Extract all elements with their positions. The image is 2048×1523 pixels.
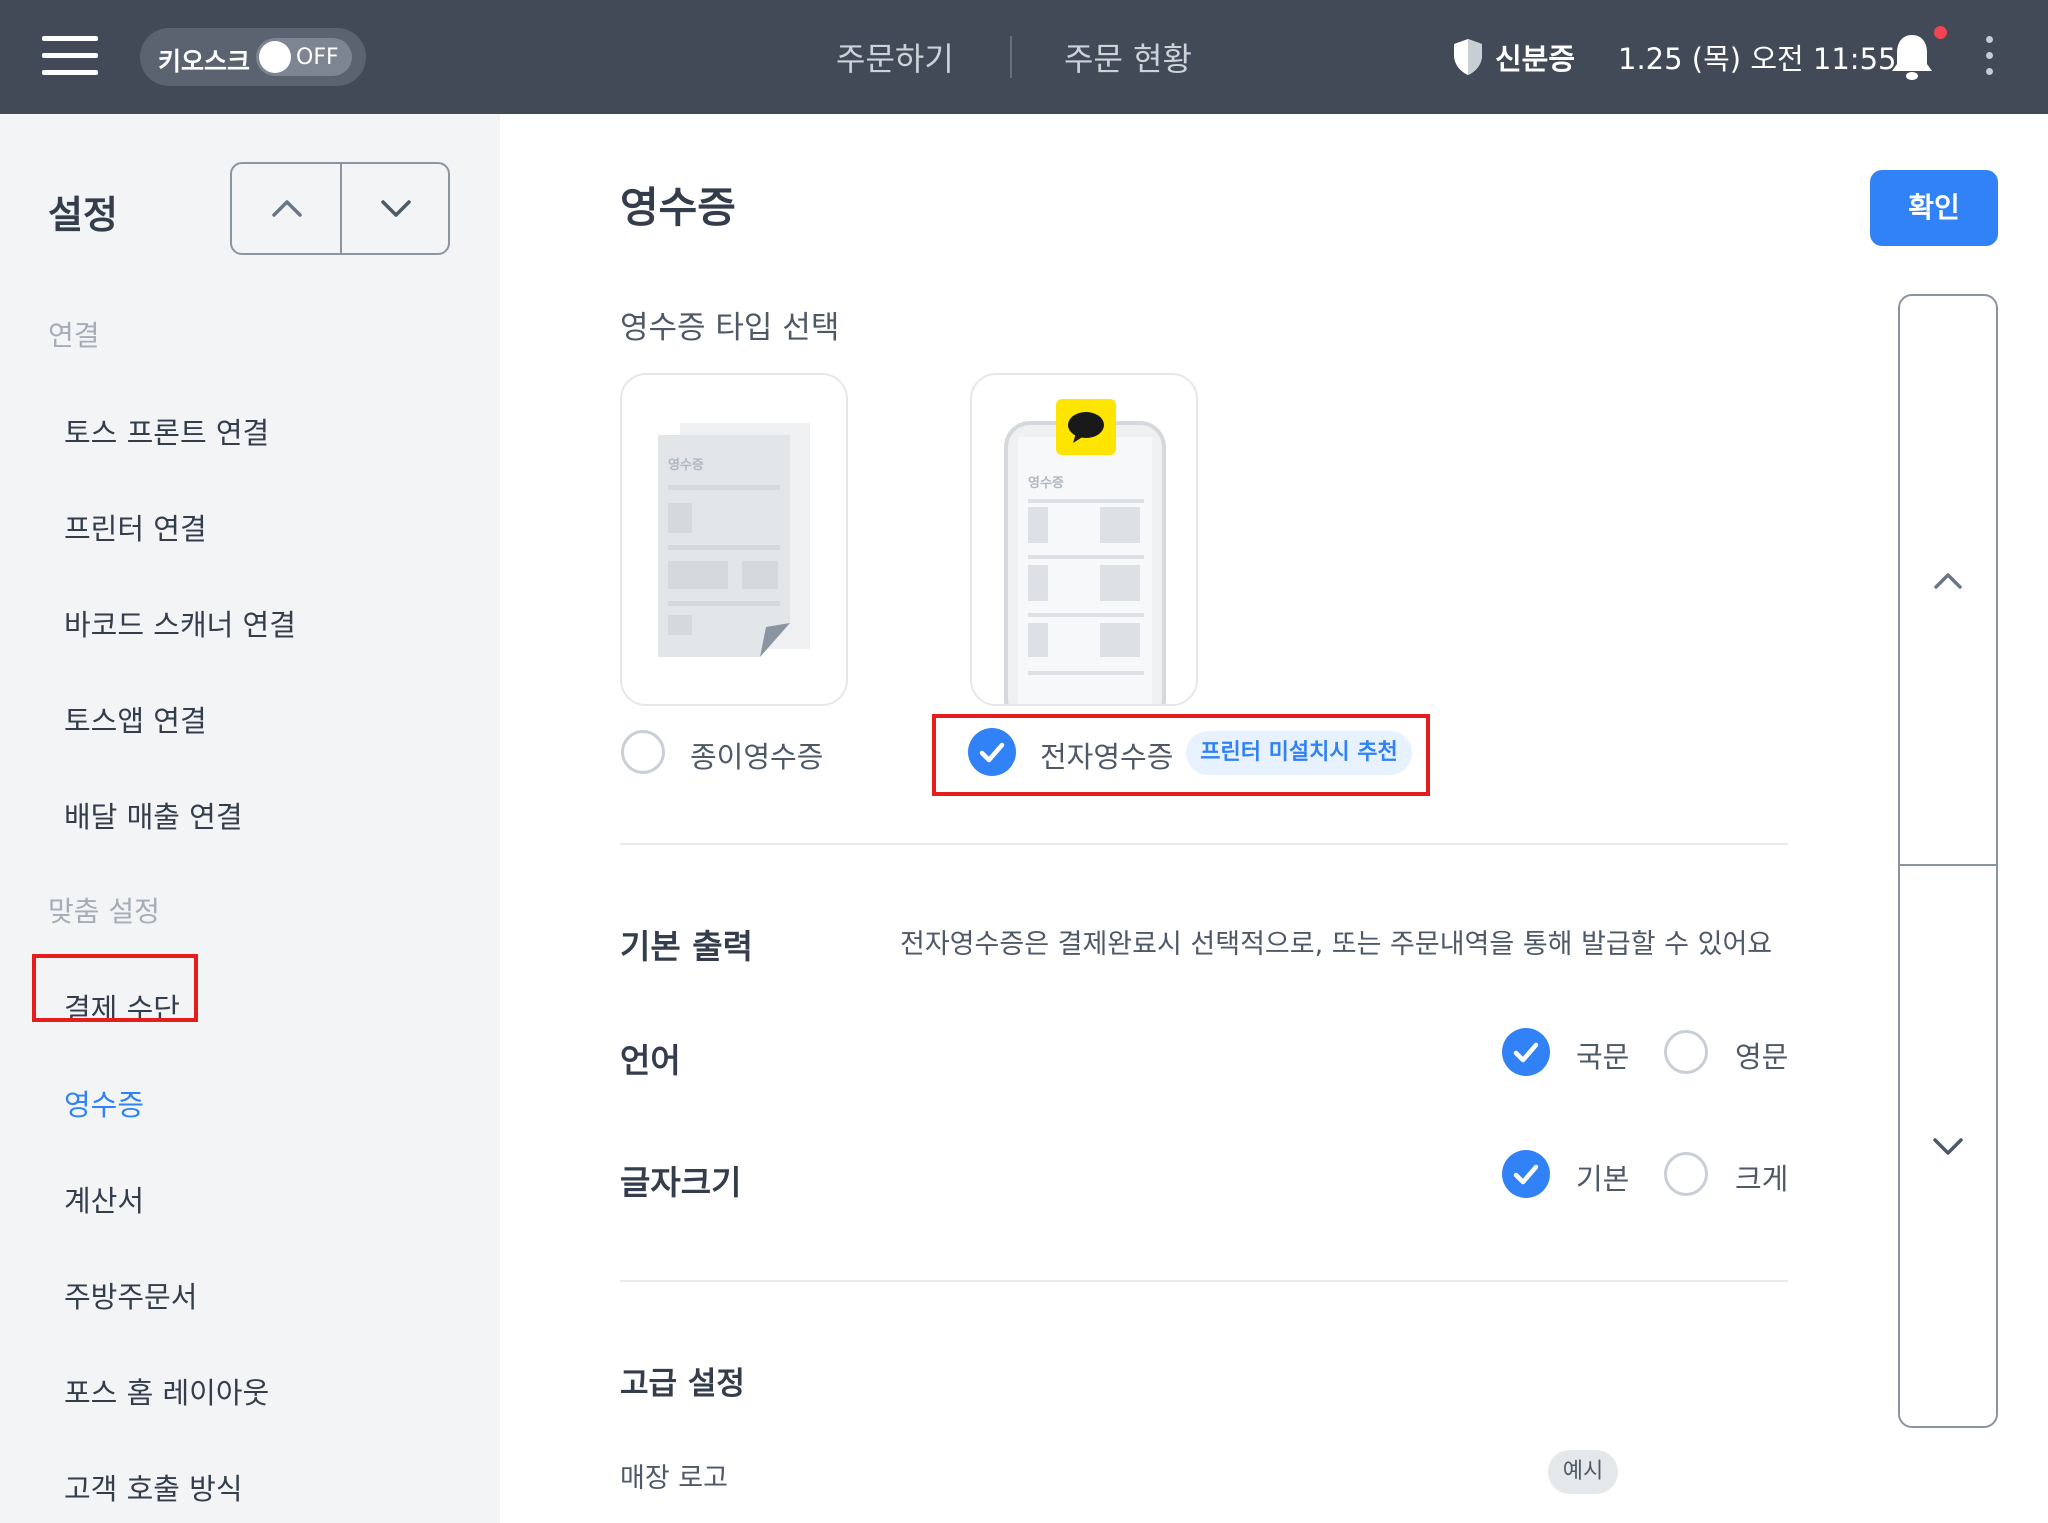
section-divider [620,1280,1788,1282]
id-card-button[interactable]: 신분증 [1495,36,1575,78]
electronic-receipt-card[interactable]: 영수증 [970,373,1198,706]
chevron-down-icon [1933,1138,1963,1155]
toggle-knob [259,41,291,73]
sidebar-up-button[interactable] [232,164,341,253]
basic-output-label: 기본 출력 [620,927,753,966]
sidebar-item-customer-call[interactable]: 고객 호출 방식 [64,1466,243,1508]
page-scroll-panel [1898,294,1998,1428]
notification-dot [1934,26,1947,39]
section-custom: 맞춤 설정 [48,895,160,928]
receipt-type-heading: 영수증 타입 선택 [620,310,840,346]
scroll-down-button[interactable] [1900,866,1996,1433]
font-size-default-radio[interactable] [1502,1150,1550,1198]
datetime: 1.25 (목) 오전 11:55 [1618,42,1897,76]
kiosk-toggle[interactable]: OFF [256,38,352,76]
kiosk-label: 키오스크 [158,47,251,76]
phone-card-text: 영수증 [1028,476,1064,491]
sidebar-item-toss-app[interactable]: 토스앱 연결 [64,698,207,740]
sidebar-item-toss-front[interactable]: 토스 프론트 연결 [64,410,269,452]
basic-output-description: 전자영수증은 결제완료시 선택적으로, 또는 주문내역을 통해 발급할 수 있어… [900,929,1773,960]
top-bar: 키오스크 OFF 주문하기 주문 현황 신분증 1.25 (목) 오전 11:5… [0,0,2048,114]
chevron-up-icon [1934,573,1962,589]
sidebar-title: 설정 [48,193,118,237]
bell-icon[interactable] [1890,32,1934,82]
hamburger-icon[interactable] [42,36,98,76]
sidebar-item-pos-home-layout[interactable]: 포스 홈 레이아웃 [64,1370,269,1412]
section-connect: 연결 [48,319,100,352]
sidebar-up-down-control [230,162,450,255]
store-logo-label: 매장 로고 [620,1463,728,1494]
sidebar-item-kitchen-order[interactable]: 주방주문서 [64,1274,197,1316]
speech-bubble-icon [1056,399,1116,455]
page-title: 영수증 [620,183,736,232]
sidebar-down-button[interactable] [342,164,451,253]
chevron-down-icon [381,200,411,217]
kebab-icon[interactable] [1984,36,1994,78]
nav-order[interactable]: 주문하기 [836,34,954,80]
font-size-large-radio[interactable] [1664,1152,1708,1196]
nav-divider [1010,36,1012,78]
font-size-label: 글자크기 [620,1163,742,1202]
sidebar: 설정 연결 토스 프론트 연결 프린터 연결 바코드 스캐너 연결 토스앱 연결… [0,114,500,1523]
check-icon [1513,1164,1539,1185]
confirm-button[interactable]: 확인 [1870,170,1998,246]
sidebar-item-printer[interactable]: 프린터 연결 [64,506,207,548]
toggle-state: OFF [296,45,339,70]
electronic-receipt-illustration: 영수증 [1004,399,1166,704]
scroll-up-button[interactable] [1900,296,1996,863]
paper-receipt-card[interactable]: 영수증 [620,373,848,706]
sidebar-item-delivery-sales[interactable]: 배달 매출 연결 [64,794,243,836]
sidebar-item-barcode-scanner[interactable]: 바코드 스캐너 연결 [64,602,296,644]
paper-receipt-illustration: 영수증 [658,423,810,657]
section-divider [620,843,1788,845]
chevron-up-icon [272,200,302,217]
check-icon [1513,1042,1539,1063]
paper-card-text: 영수증 [668,458,704,473]
paper-receipt-label: 종이영수증 [690,740,824,774]
font-size-large-label: 크게 [1735,1162,1789,1196]
language-label: 언어 [620,1041,681,1080]
language-korean-radio[interactable] [1502,1028,1550,1076]
paper-receipt-radio[interactable] [621,730,665,774]
advanced-settings-heading: 고급 설정 [620,1366,745,1402]
language-korean-label: 국문 [1576,1040,1630,1074]
sidebar-item-invoice[interactable]: 계산서 [64,1178,144,1220]
language-english-radio[interactable] [1664,1030,1708,1074]
language-english-label: 영문 [1735,1040,1789,1074]
electronic-option-highlight [932,714,1430,796]
shield-icon [1454,39,1482,75]
active-item-highlight [32,954,198,1022]
sidebar-item-receipt[interactable]: 영수증 [64,1082,144,1124]
example-badge[interactable]: 예시 [1548,1450,1618,1494]
kiosk-toggle-group: 키오스크 OFF [140,28,366,86]
font-size-default-label: 기본 [1576,1162,1630,1196]
nav-order-status[interactable]: 주문 현황 [1064,34,1192,80]
